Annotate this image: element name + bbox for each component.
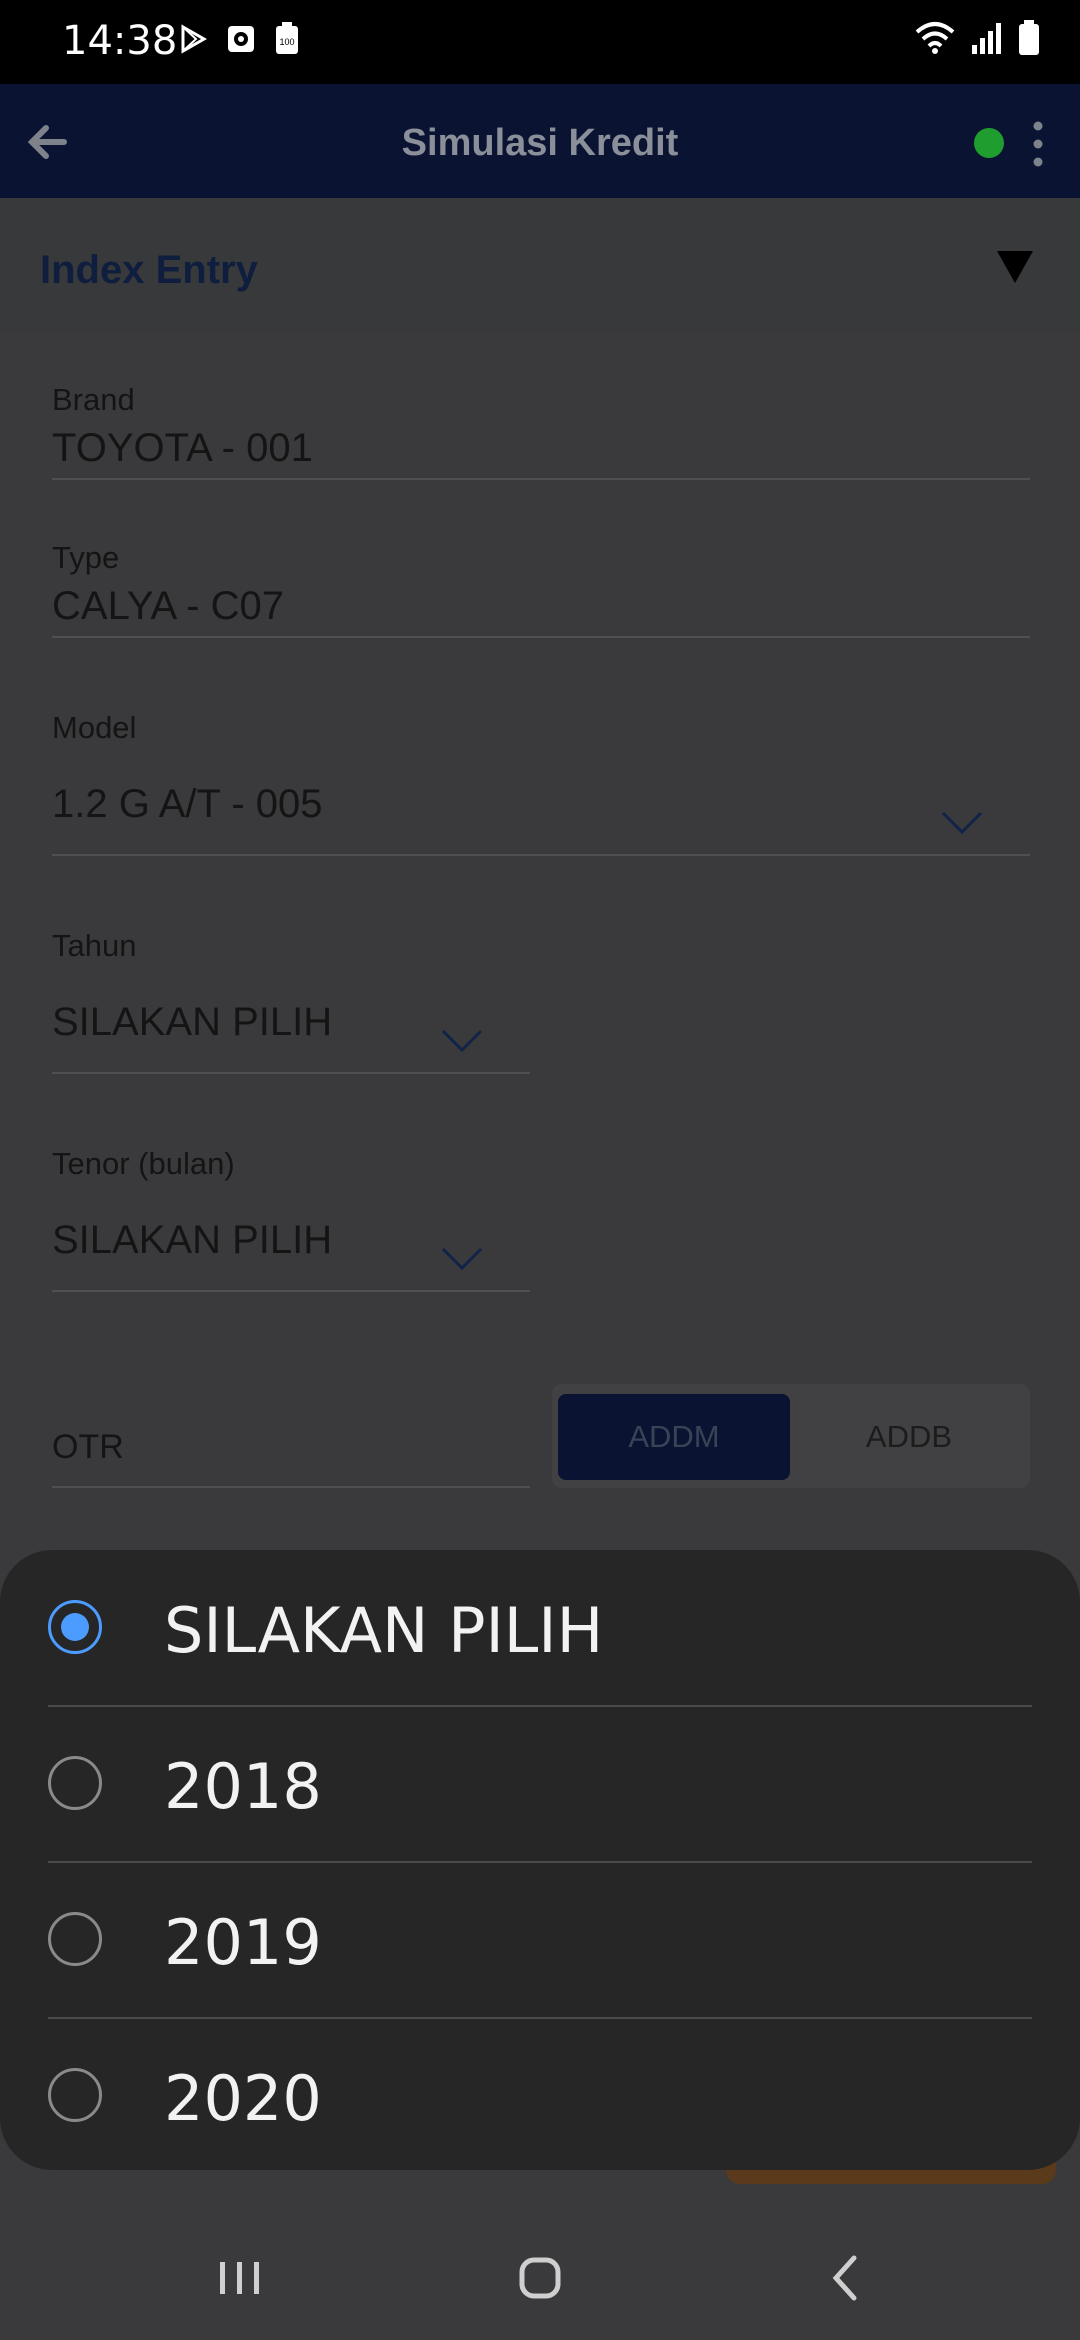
svg-text:100: 100 [279,37,294,47]
picker-option[interactable]: 2018 [0,1706,1080,1862]
recent-apps-icon[interactable] [208,2246,272,2310]
collapse-triangle-icon[interactable] [996,250,1034,284]
battery-icon [1019,20,1039,55]
online-status-dot [974,128,1004,158]
brand-field[interactable]: Brand TOYOTA - 001 [52,380,1030,480]
chevron-down-icon [441,1029,483,1053]
model-label: Model [52,710,137,745]
addm-addb-toggle: ADDM ADDB [552,1384,1030,1488]
model-value: 1.2 G A/T - 005 [52,782,323,826]
page-title: Simulasi Kredit [401,122,679,164]
screen-record-icon [228,26,254,52]
tenor-label: Tenor (bulan) [52,1146,235,1181]
play-store-icon [181,24,208,54]
chevron-down-icon [441,1247,483,1271]
addb-button[interactable]: ADDB [794,1394,1024,1480]
otr-label: OTR [52,1428,124,1466]
section-title: Index Entry [40,248,258,292]
tenor-field[interactable]: Tenor (bulan) SILAKAN PILIH [52,1142,530,1292]
addm-button[interactable]: ADDM [558,1394,790,1480]
more-options-icon[interactable] [1024,118,1052,170]
home-icon[interactable] [508,2246,572,2310]
battery-saver-icon: 100 [276,22,298,54]
option-label: 2019 [164,1906,322,1979]
tenor-value: SILAKAN PILIH [52,1218,333,1262]
brand-value: TOYOTA - 001 [52,426,313,470]
tahun-value: SILAKAN PILIH [52,1000,333,1044]
year-picker-dialog: SILAKAN PILIH 2018 2019 2020 [0,1550,1080,2170]
radio-unselected-icon[interactable] [48,1756,102,1810]
system-nav-bar [0,2216,1080,2340]
type-label: Type [52,540,120,575]
option-label: SILAKAN PILIH [164,1594,604,1667]
picker-option[interactable]: 2020 [0,2018,1080,2174]
app-bar: Simulasi Kredit [0,84,1080,198]
option-label: 2020 [164,2062,322,2135]
status-bar: 14:38 100 [0,0,1080,84]
wifi-icon [915,22,955,54]
tahun-label: Tahun [52,928,137,963]
chevron-down-icon [941,811,983,835]
picker-option[interactable]: 2019 [0,1862,1080,2018]
signal-icon [972,23,1001,54]
brand-label: Brand [52,382,135,417]
option-label: 2018 [164,1750,322,1823]
otr-field[interactable]: OTR [52,1414,530,1488]
back-icon[interactable] [814,2246,878,2310]
radio-unselected-icon[interactable] [48,2068,102,2122]
radio-unselected-icon[interactable] [48,1912,102,1966]
model-field[interactable]: Model 1.2 G A/T - 005 [52,706,1030,856]
type-value: CALYA - C07 [52,584,284,628]
index-entry-header[interactable]: Index Entry [0,198,1080,332]
tahun-field[interactable]: Tahun SILAKAN PILIH [52,924,530,1074]
radio-selected-icon[interactable] [48,1600,102,1654]
status-time: 14:38 [62,18,178,64]
picker-option[interactable]: SILAKAN PILIH [0,1550,1080,1706]
type-field[interactable]: Type CALYA - C07 [52,538,1030,638]
